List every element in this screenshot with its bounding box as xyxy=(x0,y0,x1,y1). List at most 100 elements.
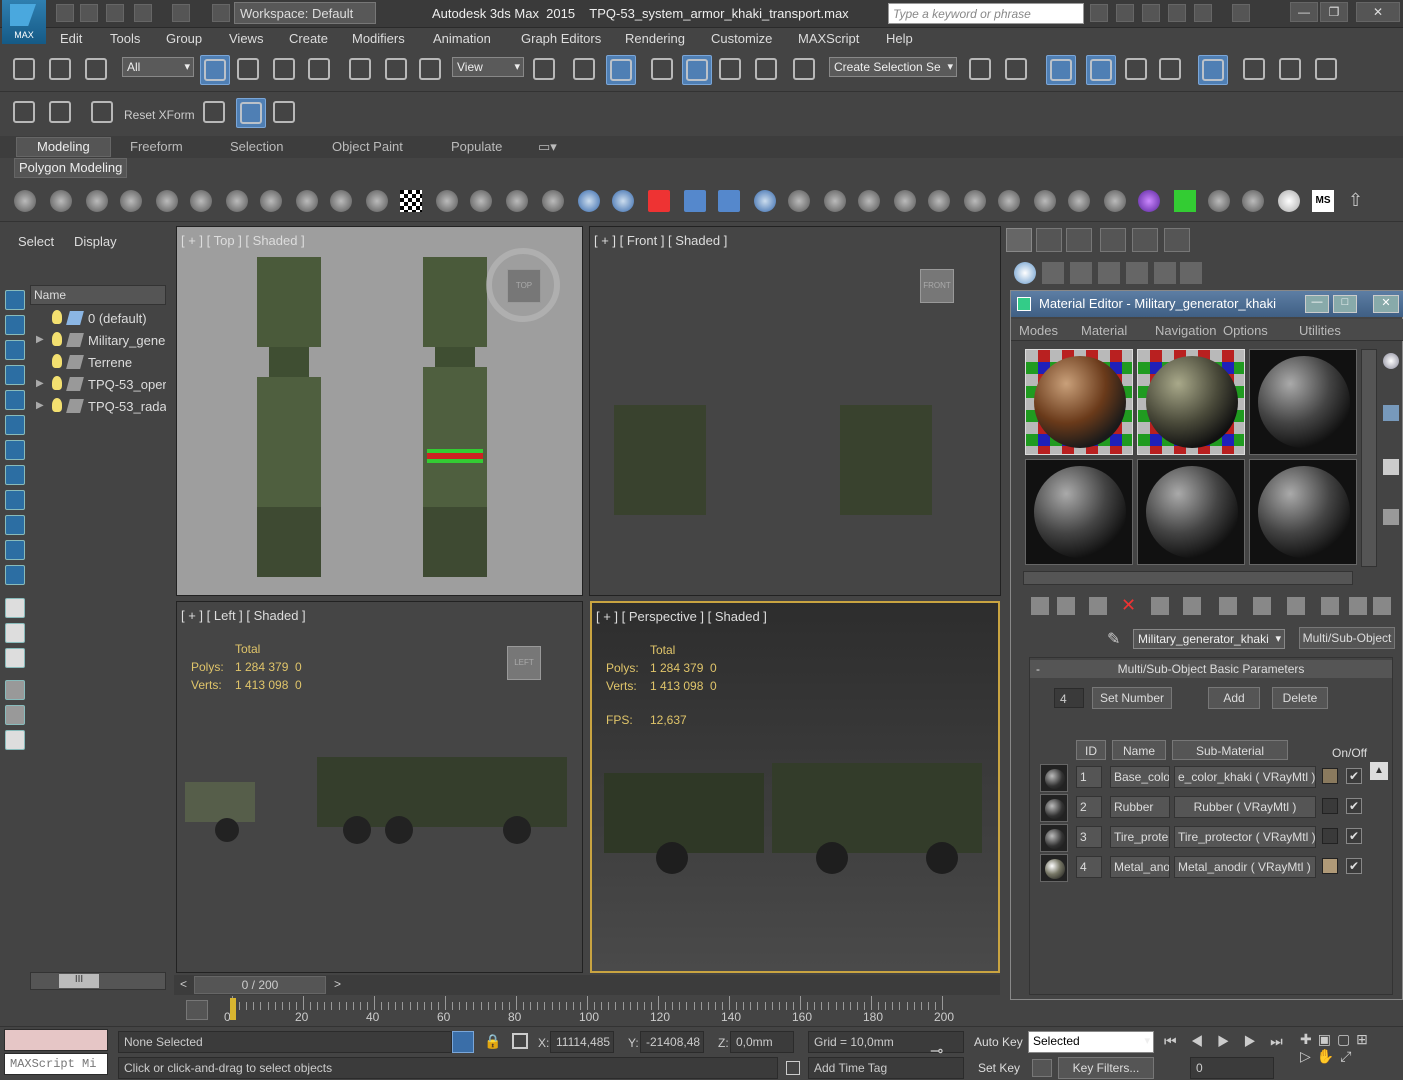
set-key-icon[interactable]: ⊸ xyxy=(930,1041,943,1061)
window-crossing-icon[interactable] xyxy=(305,55,335,85)
checker-tool-icon[interactable] xyxy=(400,190,422,212)
tab-object-paint[interactable]: Object Paint xyxy=(332,139,403,154)
me-close-button[interactable]: ✕ xyxy=(1373,295,1399,313)
submaterial-name[interactable]: Rubber xyxy=(1110,796,1170,818)
submaterial-enabled-checkbox[interactable]: ✔ xyxy=(1346,858,1362,874)
workspace-dropdown[interactable]: Workspace: Default xyxy=(234,2,376,24)
material-editor-icon[interactable] xyxy=(1198,55,1228,85)
disc-tool-icon[interactable] xyxy=(788,190,810,212)
light-bulb-icon[interactable] xyxy=(52,398,62,412)
current-frame-spinner[interactable]: 0 xyxy=(1190,1057,1274,1079)
submaterial-enabled-checkbox[interactable]: ✔ xyxy=(1346,828,1362,844)
percent-snap-icon[interactable] xyxy=(716,55,746,85)
submaterial-enabled-checkbox[interactable]: ✔ xyxy=(1346,768,1362,784)
layer-item[interactable]: ▶ Military_genera xyxy=(28,330,166,352)
time-cursor[interactable] xyxy=(230,998,236,1020)
display-geometry-icon[interactable] xyxy=(5,290,25,310)
bind-spacewarp-icon[interactable] xyxy=(82,55,112,85)
set-key-button[interactable]: Set Key xyxy=(978,1061,1020,1075)
expand-icon[interactable]: ▶ xyxy=(36,378,44,389)
add-button[interactable]: Add xyxy=(1208,687,1260,709)
wand-icon[interactable] xyxy=(270,98,300,128)
light-bulb-icon[interactable] xyxy=(52,376,62,390)
layer-tool-icon[interactable] xyxy=(5,730,25,750)
ruler-icon[interactable] xyxy=(10,98,40,128)
menu-tools[interactable]: Tools xyxy=(110,31,140,46)
named-selection-dropdown[interactable]: Create Selection Se xyxy=(829,57,957,77)
mesh-tool-icon[interactable] xyxy=(858,190,880,212)
isolate-selection-icon[interactable] xyxy=(452,1031,474,1053)
box-wire-tool-icon[interactable] xyxy=(824,190,846,212)
invert-display-icon[interactable] xyxy=(5,648,25,668)
redo-icon[interactable] xyxy=(172,4,190,22)
submaterial-preview[interactable] xyxy=(1040,824,1068,852)
toggle-ribbon-icon[interactable] xyxy=(1086,55,1116,85)
me-maximize-button[interactable]: □ xyxy=(1333,295,1357,313)
x-coordinate-field[interactable]: 11114,485 xyxy=(550,1031,614,1053)
sphere-tool-icon[interactable] xyxy=(542,190,564,212)
restore-button[interactable]: ❐ xyxy=(1320,2,1348,22)
layer-item[interactable]: 0 (default) xyxy=(28,308,166,330)
move-icon[interactable] xyxy=(346,55,376,85)
menu-edit[interactable]: Edit xyxy=(60,31,82,46)
hook-tool-icon[interactable] xyxy=(1068,190,1090,212)
menu-group[interactable]: Group xyxy=(166,31,202,46)
maxscript-listener-input[interactable] xyxy=(4,1029,108,1051)
display-none-icon[interactable] xyxy=(5,623,25,643)
menu-views[interactable]: Views xyxy=(229,31,263,46)
reset-xform-label[interactable]: Reset XForm xyxy=(124,108,195,122)
slots-vertical-scrollbar[interactable] xyxy=(1361,349,1377,567)
absolute-mode-icon[interactable] xyxy=(512,1033,528,1049)
viewport-top[interactable]: [ + ] [ Top ] [ Shaded ] TOP xyxy=(176,226,583,596)
select-by-material-icon[interactable] xyxy=(1373,597,1391,615)
tab-modeling[interactable]: Modeling xyxy=(16,137,111,157)
shapes-category-icon[interactable] xyxy=(1042,262,1064,284)
key-icon[interactable] xyxy=(1116,4,1134,22)
menu-help[interactable]: Help xyxy=(886,31,913,46)
reference-coord-dropdown[interactable]: View xyxy=(452,57,524,77)
pyramid-tool-icon[interactable] xyxy=(120,190,142,212)
link-icon[interactable] xyxy=(10,55,40,85)
viewport-left[interactable]: [ + ] [ Left ] [ Shaded ] Total Polys: 1… xyxy=(176,601,583,973)
auto-key-button[interactable]: Auto Key xyxy=(974,1035,1023,1049)
time-prev-arrow[interactable]: < xyxy=(180,977,187,991)
lights-category-icon[interactable] xyxy=(1070,262,1092,284)
layer-manager-icon[interactable] xyxy=(1046,55,1076,85)
tab-populate[interactable]: Populate xyxy=(451,139,502,154)
up-arrow-icon[interactable]: ⇧ xyxy=(1348,190,1370,212)
key-curve-icon[interactable] xyxy=(1032,1059,1052,1077)
submaterial-id[interactable]: 4 xyxy=(1076,856,1102,878)
display-lights-icon[interactable] xyxy=(5,340,25,360)
scroll-thumb[interactable]: III xyxy=(59,974,99,988)
app-logo-button[interactable]: MAX xyxy=(2,0,46,44)
me-menu-options[interactable]: Options xyxy=(1223,323,1268,338)
prism-tool-icon[interactable] xyxy=(296,190,318,212)
snaps-toggle-icon[interactable] xyxy=(648,55,678,85)
xform-tool-icon[interactable] xyxy=(928,190,950,212)
viewport-front[interactable]: [ + ] [ Front ] [ Shaded ] FRONT xyxy=(589,226,1001,596)
submaterial-preview[interactable] xyxy=(1040,794,1068,822)
scene-select-tab[interactable]: Select xyxy=(18,234,54,249)
submaterial-preview[interactable] xyxy=(1040,854,1068,882)
display-helpers-icon[interactable] xyxy=(5,390,25,410)
me-minimize-button[interactable]: — xyxy=(1305,295,1329,313)
display-spacewarps-icon[interactable] xyxy=(5,415,25,435)
unlink-icon[interactable] xyxy=(46,55,76,85)
new-file-icon[interactable] xyxy=(56,4,74,22)
submaterial-button[interactable]: Tire_protector ( VRayMtl ) xyxy=(1174,826,1316,848)
display-xrefs-icon[interactable] xyxy=(5,465,25,485)
submaterial-id[interactable]: 3 xyxy=(1076,826,1102,848)
cube-tool-icon[interactable] xyxy=(684,190,706,212)
menu-create[interactable]: Create xyxy=(289,31,328,46)
exchange-icon[interactable] xyxy=(1194,4,1212,22)
sort-name-header[interactable]: Name xyxy=(1112,740,1166,760)
edit-named-selection-icon[interactable] xyxy=(790,55,820,85)
material-slot[interactable] xyxy=(1025,459,1133,565)
capsule-tool-icon[interactable] xyxy=(578,190,600,212)
chamfer-box-tool-icon[interactable] xyxy=(718,190,740,212)
submaterial-scroll-up-icon[interactable]: ▲ xyxy=(1370,762,1388,780)
display-hidden-icon[interactable] xyxy=(5,565,25,585)
star-tool-icon[interactable] xyxy=(236,98,266,128)
foliage-tool-icon[interactable] xyxy=(330,190,352,212)
display-containers-icon[interactable] xyxy=(5,515,25,535)
